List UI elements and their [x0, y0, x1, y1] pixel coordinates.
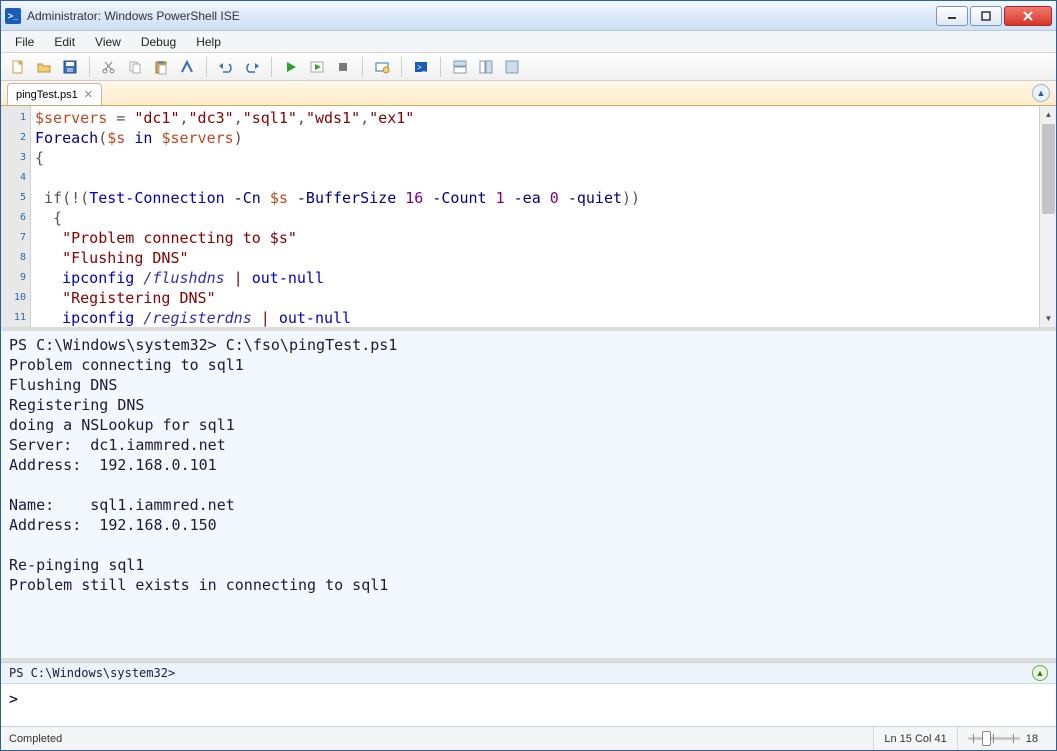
line-number: 8 — [1, 248, 30, 268]
code-area[interactable]: $servers = "dc1","dc3","sql1","wds1","ex… — [31, 106, 1056, 327]
tab-pingtest[interactable]: pingTest.ps1 ✕ — [7, 83, 102, 105]
app-icon: >_ — [5, 8, 21, 24]
clear-icon[interactable] — [176, 56, 198, 78]
tab-strip: pingTest.ps1 ✕ ▲ — [1, 81, 1056, 106]
toolbar-separator — [440, 57, 441, 77]
open-file-icon[interactable] — [33, 56, 55, 78]
window-title: Administrator: Windows PowerShell ISE — [27, 9, 240, 23]
maximize-button[interactable] — [970, 6, 1002, 26]
command-input[interactable]: > — [1, 684, 1056, 726]
menu-view[interactable]: View — [87, 33, 129, 51]
script-editor[interactable]: 1 2 3 4 5 6 7 8 9 10 11 $servers = "dc1"… — [1, 106, 1056, 331]
tab-label: pingTest.ps1 — [16, 89, 78, 101]
line-number-gutter: 1 2 3 4 5 6 7 8 9 10 11 — [1, 106, 31, 327]
output-pane[interactable]: PS C:\Windows\system32> C:\fso\pingTest.… — [1, 331, 1056, 662]
toolbar: >_ — [1, 53, 1056, 81]
toolbar-separator — [271, 57, 272, 77]
cut-icon[interactable] — [98, 56, 120, 78]
paste-icon[interactable] — [150, 56, 172, 78]
svg-text:>_: >_ — [417, 63, 427, 72]
menu-help[interactable]: Help — [188, 33, 229, 51]
layout-script-max-icon[interactable] — [501, 56, 523, 78]
zoom-slider[interactable] — [968, 737, 1020, 740]
redo-icon[interactable] — [241, 56, 263, 78]
window-controls — [936, 6, 1052, 26]
line-number: 4 — [1, 168, 30, 188]
line-number: 10 — [1, 288, 30, 308]
zoom-knob[interactable] — [982, 731, 991, 746]
toolbar-separator — [401, 57, 402, 77]
scroll-thumb[interactable] — [1042, 124, 1055, 214]
command-pane: PS C:\Windows\system32> ▲ > — [1, 662, 1056, 726]
run-selection-icon[interactable] — [306, 56, 328, 78]
expand-command-pane-icon[interactable]: ▲ — [1032, 665, 1048, 681]
toolbar-separator — [362, 57, 363, 77]
line-number: 5 — [1, 188, 30, 208]
statusbar: Completed Ln 15 Col 41 18 — [1, 726, 1056, 750]
collapse-script-pane-icon[interactable]: ▲ — [1032, 84, 1050, 102]
scroll-up-icon[interactable]: ▲ — [1040, 106, 1057, 123]
titlebar: >_ Administrator: Windows PowerShell ISE — [1, 1, 1056, 31]
line-number: 3 — [1, 148, 30, 168]
command-prompt-header: PS C:\Windows\system32> ▲ — [1, 663, 1056, 684]
cursor-position: Ln 15 Col 41 — [873, 727, 956, 750]
close-button[interactable] — [1004, 6, 1052, 26]
tab-close-icon[interactable]: ✕ — [84, 88, 93, 101]
toolbar-separator — [206, 57, 207, 77]
zoom-control[interactable]: 18 — [957, 727, 1048, 750]
command-prompt-text: PS C:\Windows\system32> — [9, 666, 175, 680]
minimize-button[interactable] — [936, 6, 968, 26]
line-number: 1 — [1, 108, 30, 128]
menubar: File Edit View Debug Help — [1, 31, 1056, 53]
editor-scrollbar[interactable]: ▲ ▼ — [1039, 106, 1056, 327]
line-number: 7 — [1, 228, 30, 248]
stop-icon[interactable] — [332, 56, 354, 78]
line-number: 9 — [1, 268, 30, 288]
line-number: 11 — [1, 308, 30, 328]
ise-window: >_ Administrator: Windows PowerShell ISE… — [0, 0, 1057, 751]
powershell-console-icon[interactable]: >_ — [410, 56, 432, 78]
run-script-icon[interactable] — [280, 56, 302, 78]
line-number: 2 — [1, 128, 30, 148]
new-remote-tab-icon[interactable] — [371, 56, 393, 78]
menu-edit[interactable]: Edit — [46, 33, 83, 51]
new-file-icon[interactable] — [7, 56, 29, 78]
toolbar-separator — [89, 57, 90, 77]
zoom-value: 18 — [1026, 733, 1038, 745]
save-icon[interactable] — [59, 56, 81, 78]
copy-icon[interactable] — [124, 56, 146, 78]
scroll-down-icon[interactable]: ▼ — [1040, 310, 1057, 327]
undo-icon[interactable] — [215, 56, 237, 78]
layout-script-top-icon[interactable] — [449, 56, 471, 78]
status-text: Completed — [9, 733, 62, 745]
menu-file[interactable]: File — [7, 33, 42, 51]
layout-script-right-icon[interactable] — [475, 56, 497, 78]
menu-debug[interactable]: Debug — [133, 33, 184, 51]
line-number: 6 — [1, 208, 30, 228]
